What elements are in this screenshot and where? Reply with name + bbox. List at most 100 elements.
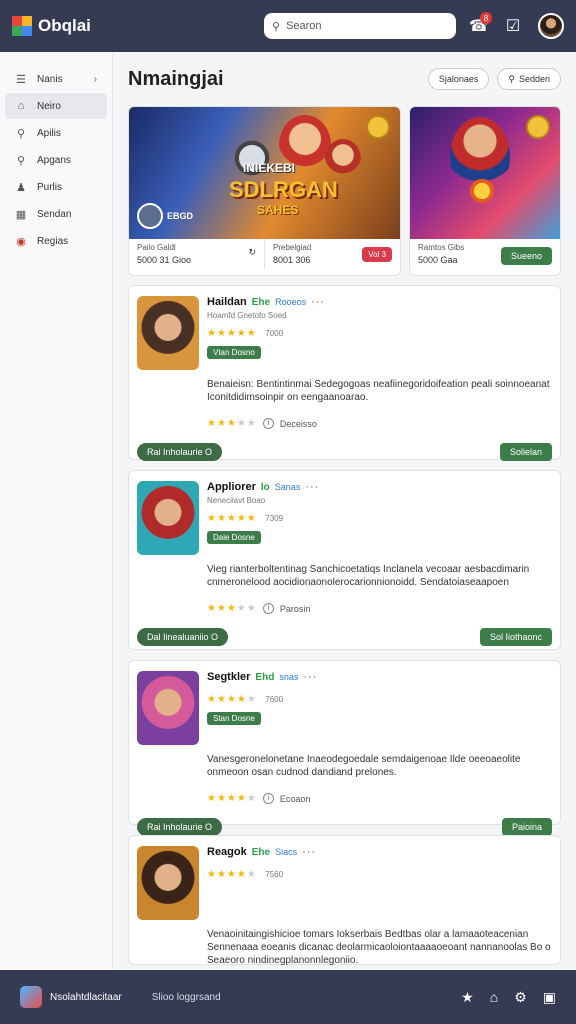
app-primary-button[interactable]: Solielan: [499, 443, 552, 461]
app-description: Vieg rianterboltentinag Sanchicoetatiqs …: [207, 564, 530, 588]
search-icon: ⚲: [272, 20, 281, 33]
sidebar-item-home[interactable]: ⌂ Neiro: [5, 93, 107, 119]
filter-button[interactable]: Sjalonaes: [427, 68, 490, 90]
settings-icon[interactable]: ⚙: [514, 989, 527, 1006]
window-icon[interactable]: ▣: [543, 989, 556, 1006]
app-chip[interactable]: Daie Dosne: [207, 531, 261, 544]
app-card[interactable]: Haildan Ehe Rooeos ··· Hoamfd Gnetofo So…: [128, 285, 561, 461]
star-icon[interactable]: ★: [461, 989, 474, 1006]
app-chip[interactable]: Stan Dosne: [207, 712, 261, 725]
more-options-icon[interactable]: ···: [305, 481, 319, 493]
app-name[interactable]: Reagok: [207, 846, 247, 858]
app-list: Haildan Ehe Rooeos ··· Hoamfd Gnetofo So…: [128, 285, 561, 1024]
user-rating-stars[interactable]: ★★★★★: [207, 793, 257, 804]
sidebar-item-games[interactable]: ⚲ Apgans: [5, 147, 107, 173]
filter-button-label: Sjalonaes: [438, 74, 479, 84]
rating-count: 7560: [265, 870, 284, 879]
app-card[interactable]: Segtkler Ehd snas ··· ★★★★★ 7600 Stan Do…: [128, 660, 561, 836]
app-name[interactable]: Segtkler: [207, 671, 250, 683]
featured-info-line: Prebelgiad: [273, 243, 312, 252]
refresh-icon[interactable]: ↻: [248, 247, 256, 258]
search-button-label: Sedden: [518, 74, 550, 84]
app-tag: Ehe: [251, 296, 271, 308]
rating-stars: ★★★★★: [207, 328, 257, 339]
inbox-icon: ☑: [505, 18, 521, 35]
messages-button[interactable]: ☑: [502, 15, 524, 37]
search-placeholder: Searon: [286, 20, 322, 32]
featured-action-button[interactable]: Vol 3: [362, 247, 392, 262]
publisher-tag: EBGD: [167, 211, 194, 221]
sidebar-item-region[interactable]: ◉ Regias: [5, 228, 107, 254]
search-input[interactable]: ⚲ Searon: [264, 13, 456, 39]
featured-info-left: Pailo Galdl 5000 31 Gioo ↻: [129, 239, 264, 269]
app-description: Venaoinitaingishicioe tomars Iokserbais …: [207, 929, 551, 966]
info-icon[interactable]: i: [262, 418, 274, 429]
bottom-status-text: Slioo loggrsand: [151, 991, 221, 1003]
app-logo[interactable]: Obqlai: [12, 16, 91, 36]
sidebar-item-label: Nanis: [37, 73, 63, 85]
app-name[interactable]: Appliorer: [207, 481, 256, 493]
rating-label: Ecoaon: [279, 793, 311, 804]
search-button[interactable]: ⚲ Sedden: [497, 68, 561, 90]
featured-info-line: 5000 Gaa: [418, 255, 458, 265]
featured-card[interactable]: Ramtos Gibs 5000 Gaa Sueeno: [409, 106, 561, 276]
coin-icon: [366, 115, 390, 139]
app-chip[interactable]: Vtan Dosno: [207, 346, 261, 359]
featured-banner: INIEKEBI SDLRGAN SAHES EBGD: [129, 107, 400, 239]
user-avatar[interactable]: [538, 13, 564, 39]
notifications-button[interactable]: ☎ 8: [468, 12, 492, 37]
app-primary-button[interactable]: Sol Iiothaonc: [479, 628, 552, 646]
app-description: Vanesgeronelonetane Inaeodegoedale semda…: [207, 754, 521, 778]
info-icon[interactable]: i: [262, 603, 274, 614]
app-category[interactable]: snas: [279, 672, 298, 682]
search-icon: ⚲: [508, 73, 515, 84]
sidebar-item-profile[interactable]: ♟ Purlis: [5, 174, 107, 200]
more-options-icon[interactable]: ···: [302, 846, 316, 858]
app-icon-image: [137, 296, 199, 370]
app-icon-image: [137, 481, 199, 555]
app-secondary-button[interactable]: Dal Iinealuaniio O: [137, 628, 229, 646]
home-icon: ⌂: [17, 100, 25, 112]
app-category[interactable]: Sanas: [275, 482, 301, 492]
featured-info-line: Pailo Galdl: [137, 243, 176, 252]
rating-count: 7600: [265, 695, 284, 704]
user-rating-stars[interactable]: ★★★★★: [207, 603, 257, 614]
app-tag: Ehe: [251, 846, 271, 858]
app-description: Benaieisn: Bentintinmai Sedegogoas neafi…: [207, 379, 550, 403]
app-icon-image: [137, 846, 199, 920]
sidebar-item-menu[interactable]: ☰ Nanis ›: [5, 66, 107, 92]
more-options-icon[interactable]: ···: [303, 671, 317, 683]
app-secondary-button[interactable]: Rai Inholaurie O: [137, 818, 223, 836]
game-art-top: INIEKEBI: [243, 161, 296, 175]
app-card[interactable]: Reagok Ehe Siacs ··· ★★★★★ 7560 Venaoini…: [128, 835, 561, 1024]
rating-count: 7000: [265, 329, 284, 338]
sidebar-item-label: Regias: [37, 235, 69, 247]
app-category[interactable]: Siacs: [275, 847, 297, 857]
app-category[interactable]: Rooeos: [275, 297, 306, 307]
sidebar-item-apps[interactable]: ⚲ Apilis: [5, 120, 107, 146]
more-options-icon[interactable]: ···: [311, 296, 325, 308]
app-primary-button[interactable]: Paioina: [501, 818, 552, 836]
rating-label: Deceisso: [279, 418, 317, 429]
main-content: Nmaingjai Sjalonaes ⚲ Sedden INIEKEBI SD…: [113, 52, 576, 1024]
app-secondary-button[interactable]: Rai Inholaurie O: [137, 443, 223, 461]
featured-info-right: Prebelgiad 8001 306 Vol 3: [264, 239, 400, 269]
sidebar-item-label: Apilis: [37, 127, 61, 139]
side-character-image: [325, 139, 361, 179]
notification-badge: 8: [480, 12, 492, 24]
location-icon: ◉: [16, 235, 26, 248]
rating-count: 7309: [265, 514, 284, 523]
featured-card[interactable]: INIEKEBI SDLRGAN SAHES EBGD Pailo Galdl …: [128, 106, 401, 276]
sidebar-item-library[interactable]: ▦ Sendan: [5, 201, 107, 227]
top-bar: Obqlai ⚲ Searon ☎ 8 ☑: [0, 0, 576, 52]
app-card[interactable]: Appliorer lo Sanas ··· Neneciiavt Boao ★…: [128, 470, 561, 650]
app-tag: lo: [260, 481, 270, 493]
home-icon[interactable]: ⌂: [490, 989, 498, 1006]
info-icon[interactable]: i: [262, 793, 274, 804]
user-rating-stars[interactable]: ★★★★★: [207, 418, 257, 429]
featured-action-button[interactable]: Sueeno: [500, 247, 552, 265]
app-name[interactable]: Haildan: [207, 296, 247, 308]
grid-icon: ▦: [15, 208, 27, 221]
sidebar-item-label: Neiro: [37, 100, 61, 112]
app-launcher-icon[interactable]: [20, 986, 42, 1008]
